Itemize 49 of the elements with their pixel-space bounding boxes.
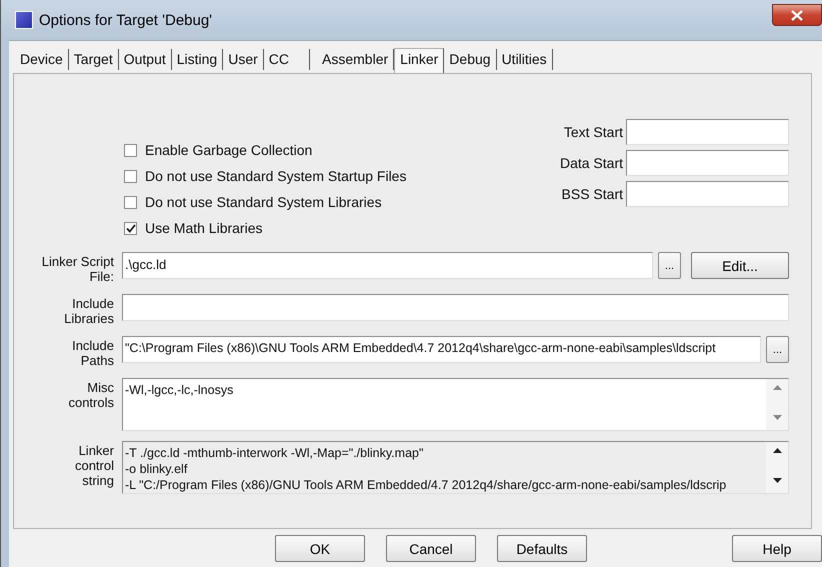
field-label: Include Libraries [63,295,114,326]
dialog-button[interactable]: Help [732,535,822,562]
input-field[interactable] [626,119,789,145]
text-area[interactable]: -T ./gcc.ld -mthumb-interwork -Wl,-Map="./blinky.map" -o blinky.elf -L "C:/Program Files (x86)/GNU Tools ARM Embedded/4.7 2012q4/share/gcc-arm-none-eabi/samples/ldscrip [122,441,789,494]
checkbox-label: Enable Garbage Collection [145,142,312,158]
checkbox-label: Do not use Standard System Libraries [145,194,382,210]
input-field[interactable] [626,150,789,176]
input-field[interactable] [626,181,789,207]
text-line: -T ./gcc.ld -mthumb-interwork -Wl,-Map="./blinky.map" [125,445,424,461]
input-field[interactable]: "C:\Program Files (x86)\GNU Tools ARM Embedded\4.7 2012q4\share\gcc-arm-none-eabi\samples\ldscript [122,336,761,363]
edit-button[interactable]: Edit... [691,252,789,279]
field-label: BSS Start [560,186,623,202]
tab[interactable]: Listing [172,49,224,70]
field-label: Misc controls [67,379,114,410]
checkbox[interactable] [124,222,137,234]
tab[interactable]: User [223,49,264,70]
scroll-up-icon[interactable] [772,448,782,453]
checkbox-label: Use Math Libraries [145,220,262,236]
window-title: Options for Target 'Debug' [39,12,212,28]
text-line: -o blinky.elf [125,461,188,477]
dialog-button[interactable]: Defaults [497,535,587,562]
checkbox[interactable] [124,144,137,156]
text-line: -L "C:/Program Files (x86)/GNU Tools ARM Embedded/4.7 2012q4/share/gcc-arm-none-eabi/samples/ldscrip [125,477,728,493]
checkbox-label: Do not use Standard System Startup Files [145,168,406,184]
field-label: Text Start [562,124,623,140]
scroll-down-icon[interactable] [772,478,782,483]
tab[interactable]: Linker [394,48,444,73]
field-label: Data Start [558,155,623,171]
tab[interactable]: Output [118,49,172,70]
text-line: -Wl,-lgcc,-lc,-lnosys [125,382,234,398]
tab[interactable]: CC [264,49,310,70]
tab[interactable]: Target [68,49,119,70]
checkbox[interactable] [124,170,137,182]
field-label: Linker control string [74,442,114,488]
browse-button[interactable]: ... [658,252,681,279]
app-icon [15,11,33,29]
dialog-button[interactable]: Cancel [386,535,476,562]
browse-button[interactable]: ... [766,336,789,363]
tab[interactable]: Device [15,49,69,70]
input-field[interactable]: .\gcc.ld [122,252,653,279]
tab[interactable]: Debug [444,49,497,70]
field-label: Include Paths [71,337,114,368]
field-label: Linker Script File: [40,253,114,284]
dialog-button[interactable]: OK [275,535,365,562]
checkbox[interactable] [124,196,137,208]
close-icon [791,10,803,20]
tab[interactable]: Utilities [496,49,553,70]
close-button[interactable] [772,4,822,26]
input-field[interactable] [122,294,789,321]
